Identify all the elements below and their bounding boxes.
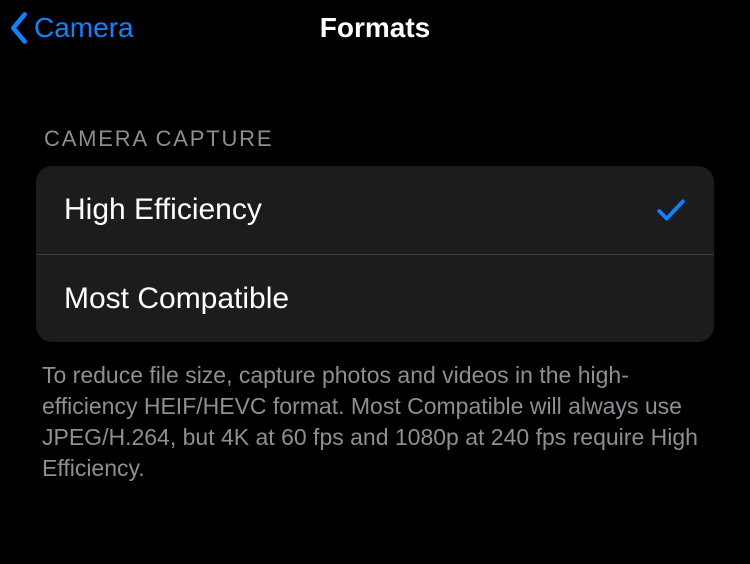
option-most-compatible[interactable]: Most Compatible — [36, 254, 714, 342]
navbar: Camera Formats — [0, 0, 750, 56]
checkmark-icon — [656, 196, 686, 224]
back-button[interactable]: Camera — [8, 11, 134, 45]
option-label: High Efficiency — [64, 193, 262, 227]
section-header: CAMERA CAPTURE — [36, 126, 714, 152]
option-high-efficiency[interactable]: High Efficiency — [36, 166, 714, 254]
chevron-left-icon — [8, 11, 30, 45]
back-label: Camera — [34, 12, 134, 44]
format-options-list: High Efficiency Most Compatible — [36, 166, 714, 342]
page-title: Formats — [320, 12, 430, 44]
section-footer: To reduce file size, capture photos and … — [36, 360, 714, 484]
option-label: Most Compatible — [64, 282, 289, 316]
section-camera-capture: CAMERA CAPTURE High Efficiency Most Comp… — [0, 126, 750, 484]
